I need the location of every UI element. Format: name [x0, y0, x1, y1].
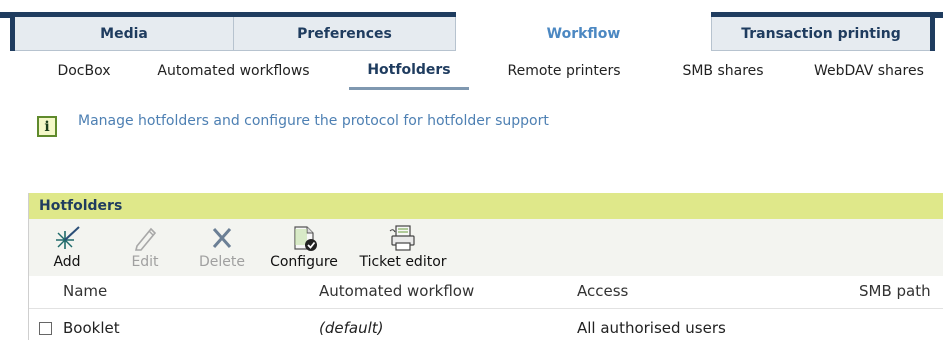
delete-button[interactable]: Delete [193, 219, 251, 276]
pencil-icon [134, 227, 157, 251]
add-label: Add [53, 254, 81, 270]
table-row[interactable]: Booklet (default) All authorised users [29, 309, 943, 340]
delete-label: Delete [199, 254, 245, 270]
info-message: Manage hotfolders and configure the prot… [78, 113, 549, 129]
column-automated-workflow[interactable]: Automated workflow [319, 282, 474, 300]
subtab-webdav-shares[interactable]: WebDAV shares [800, 52, 943, 90]
column-smb-path[interactable]: SMB path [859, 282, 931, 300]
document-check-icon [294, 226, 317, 251]
tab-preferences[interactable]: Preferences [234, 17, 456, 51]
configure-label: Configure [270, 254, 338, 270]
hotfolders-panel: Hotfolders Add Edit Delete Configure Tic… [28, 193, 943, 340]
row-workflow: (default) [319, 319, 384, 337]
panel-title: Hotfolders [29, 193, 943, 219]
subtab-smb-shares[interactable]: SMB shares [660, 52, 786, 90]
row-checkbox[interactable] [39, 322, 52, 335]
info-icon: i [37, 116, 57, 137]
edit-label: Edit [131, 254, 159, 270]
add-sparkle-icon [56, 226, 80, 249]
add-button[interactable]: Add [41, 219, 93, 276]
subtab-hotfolders[interactable]: Hotfolders [349, 52, 469, 90]
configure-button[interactable]: Configure [265, 219, 343, 276]
tab-workflow[interactable]: Workflow [456, 11, 711, 51]
toolbar: Add Edit Delete Configure Ticket editor [29, 219, 943, 276]
subtab-docbox[interactable]: DocBox [32, 52, 136, 90]
column-access[interactable]: Access [577, 282, 628, 300]
ticket-printer-icon [389, 225, 415, 251]
subtab-remote-printers[interactable]: Remote printers [488, 52, 640, 90]
tab-bar-right-edge [930, 17, 935, 51]
ticket-editor-button[interactable]: Ticket editor [351, 219, 455, 276]
table-header: Name Automated workflow Access SMB path [29, 276, 943, 309]
edit-button[interactable]: Edit [121, 219, 169, 276]
tab-transaction-printing[interactable]: Transaction printing [711, 17, 930, 51]
ticket-editor-label: Ticket editor [359, 254, 447, 270]
column-name[interactable]: Name [63, 282, 107, 300]
tab-media[interactable]: Media [15, 17, 234, 51]
row-access: All authorised users [577, 319, 726, 337]
x-icon [212, 228, 232, 248]
row-name: Booklet [63, 319, 120, 337]
subtab-automated-workflows[interactable]: Automated workflows [136, 52, 331, 90]
main-tab-bar: Media Preferences Workflow Transaction p… [0, 0, 943, 52]
